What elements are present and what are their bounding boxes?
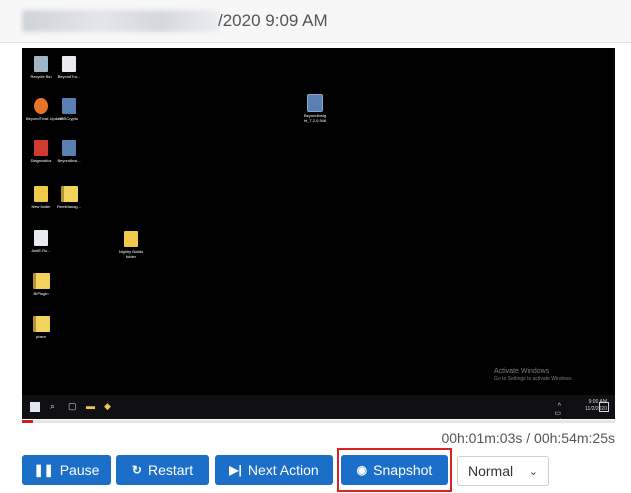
document-icon: BeyondTru... bbox=[54, 56, 84, 79]
chevron-down-icon: ⌄ bbox=[528, 465, 538, 478]
activate-windows-watermark: Activate Windows Go to Settings to activ… bbox=[494, 368, 573, 382]
session-timestamp: /2020 9:09 AM bbox=[218, 11, 328, 30]
windows-start-icon bbox=[30, 402, 40, 412]
restart-button[interactable]: ↻ Restart bbox=[116, 455, 209, 485]
playback-speed-value: Normal bbox=[468, 463, 514, 479]
pause-icon: ❚❚ bbox=[33, 463, 54, 477]
file-explorer-icon: ▬ bbox=[86, 401, 95, 411]
system-tray: ^ ▭ ◂ 9:00 AM 11/2/2020 bbox=[554, 399, 609, 419]
playback-progress-fill bbox=[22, 420, 34, 423]
playback-progress-bar[interactable] bbox=[22, 420, 615, 423]
diagnostics-icon: Diagnostics bbox=[26, 140, 56, 163]
app-icon: BeyondInsi... bbox=[54, 140, 84, 163]
zip-folder-icon: BIPlugin bbox=[26, 273, 56, 296]
session-header: /2020 9:09 AM bbox=[0, 0, 631, 43]
redacted-session-name bbox=[22, 10, 220, 32]
windows-taskbar: ⌕ ▢ ▬ ◆ ^ ▭ ◂ 9:00 AM 11/2/2020 bbox=[22, 395, 615, 419]
zip-folder-icon: RemManag... bbox=[54, 186, 84, 209]
restart-button-label: Restart bbox=[147, 462, 194, 478]
zip-folder-icon: pbsm bbox=[26, 316, 56, 339]
search-icon: ⌕ bbox=[50, 401, 56, 411]
recycle-bin-icon: Recycle Bin bbox=[26, 56, 56, 79]
next-action-button-label: Next Action bbox=[247, 462, 319, 478]
folder-icon: New folder bbox=[26, 186, 56, 209]
pause-button[interactable]: ❚❚ Pause bbox=[22, 455, 111, 485]
notification-icon bbox=[599, 402, 609, 412]
document-icon: AntiE.Ru... bbox=[26, 230, 56, 253]
updater-icon: BeyondTrust Updater bbox=[26, 98, 64, 121]
pinned-app-icon: ◆ bbox=[104, 401, 111, 411]
next-action-icon: ▶| bbox=[229, 463, 242, 477]
next-action-button[interactable]: ▶| Next Action bbox=[215, 455, 333, 485]
task-view-icon: ▢ bbox=[68, 401, 77, 411]
playback-speed-select[interactable]: Normal ⌄ bbox=[457, 456, 549, 486]
tray-icons: ^ ▭ ◂ bbox=[554, 403, 562, 419]
restart-icon: ↻ bbox=[131, 463, 142, 477]
installer-icon: BeyondInsig ht_7.2.0.946 bbox=[298, 94, 332, 123]
folder-shortcut-icon: Nightly Builds folder bbox=[114, 231, 148, 259]
session-recording-viewer[interactable]: Recycle Bin BeyondTru... BeyondTrust Upd… bbox=[22, 48, 615, 419]
app-icon: ISSCrypto bbox=[54, 98, 84, 121]
snapshot-highlight-box bbox=[337, 448, 452, 492]
pause-button-label: Pause bbox=[59, 462, 100, 478]
playback-time: 00h:01m:03s / 00h:54m:25s bbox=[441, 430, 615, 446]
